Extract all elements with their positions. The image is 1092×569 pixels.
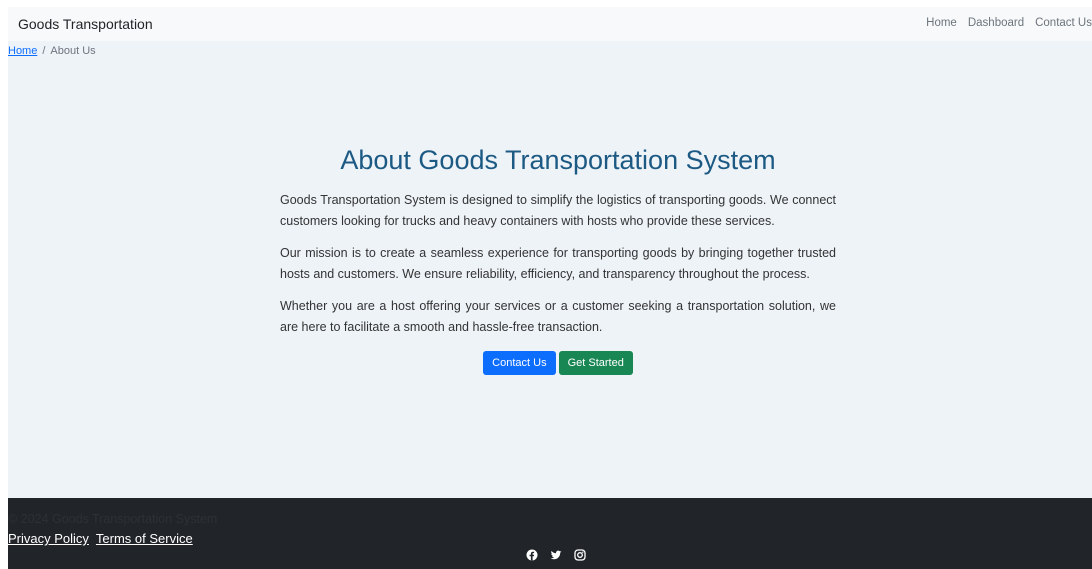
breadcrumb-current: About Us	[50, 45, 96, 57]
mission-paragraph: Our mission is to create a seamless expe…	[280, 246, 836, 281]
footer-copyright: © 2024 Goods Transportation System	[8, 512, 218, 526]
privacy-policy-link[interactable]: Privacy Policy	[8, 531, 89, 546]
get-started-button[interactable]: Get Started	[558, 351, 633, 375]
main-section: Home / About Us About Goods Transportati…	[8, 41, 1092, 498]
invitation-paragraph: Whether you are a host offering your ser…	[280, 299, 836, 334]
breadcrumb-separator: /	[42, 45, 46, 57]
action-buttons: Contact Us Get Started	[280, 351, 836, 375]
facebook-icon[interactable]	[526, 548, 538, 561]
navbar-brand[interactable]: Goods Transportation	[18, 16, 153, 32]
twitter-icon[interactable]	[550, 548, 562, 560]
navbar: Goods Transportation Home Dashboard Cont…	[8, 7, 1092, 41]
breadcrumb-home-link[interactable]: Home	[8, 45, 37, 57]
about-content: About Goods Transportation System Goods …	[280, 145, 836, 375]
footer-links: Privacy Policy Terms of Service	[8, 531, 193, 546]
nav-links: Home Dashboard Contact Us	[926, 17, 1092, 29]
breadcrumb: Home / About Us	[8, 45, 96, 57]
page-title: About Goods Transportation System	[340, 145, 776, 175]
terms-of-service-link[interactable]: Terms of Service	[96, 531, 193, 546]
footer: © 2024 Goods Transportation System Priva…	[8, 498, 1092, 569]
contact-us-button[interactable]: Contact Us	[483, 351, 556, 375]
instagram-icon[interactable]	[574, 548, 586, 561]
social-icons	[526, 548, 586, 561]
page: Goods Transportation Home Dashboard Cont…	[0, 0, 1092, 569]
nav-link-dashboard[interactable]: Dashboard	[968, 17, 1024, 29]
about-paragraph: Goods Transportation System is designed …	[280, 193, 836, 228]
nav-link-contact-us[interactable]: Contact Us	[1035, 17, 1092, 29]
nav-link-home[interactable]: Home	[926, 17, 957, 29]
